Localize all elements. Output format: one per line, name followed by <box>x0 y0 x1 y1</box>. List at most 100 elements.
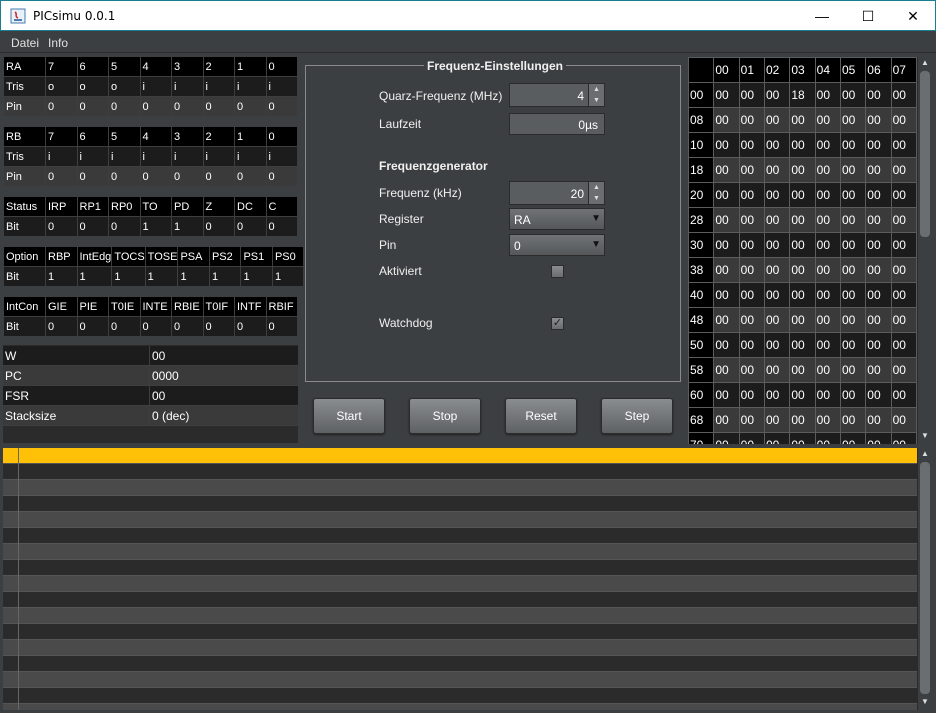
memory-cell[interactable]: 00 <box>789 332 816 358</box>
option-bit-cell[interactable]: 1 <box>76 266 113 287</box>
breakpoint-gutter[interactable] <box>18 448 19 464</box>
memory-cell[interactable]: 00 <box>814 82 841 108</box>
ra-tris-cell[interactable]: o <box>76 76 109 97</box>
rb-tris-cell[interactable]: i <box>234 146 267 167</box>
memory-cell[interactable]: 00 <box>789 132 816 158</box>
memory-cell[interactable]: 00 <box>763 282 791 308</box>
stop-button[interactable]: Stop <box>409 398 481 434</box>
memory-cell[interactable]: 00 <box>890 232 917 258</box>
program-scrollbar-thumb[interactable] <box>920 462 930 694</box>
ra-tris-cell[interactable]: i <box>171 76 204 97</box>
program-line[interactable] <box>3 704 917 710</box>
rb-pin-cell[interactable]: 0 <box>234 166 267 187</box>
memory-cell[interactable]: 00 <box>713 157 740 183</box>
ra-tris-cell[interactable]: i <box>265 76 298 97</box>
memory-cell[interactable]: 00 <box>865 157 892 183</box>
memory-cell[interactable]: 00 <box>839 307 867 333</box>
program-scrollbar[interactable]: ▲ ▼ <box>917 448 932 710</box>
memory-cell[interactable]: 00 <box>814 182 841 208</box>
breakpoint-gutter[interactable] <box>18 624 19 640</box>
memory-cell[interactable]: 00 <box>839 157 867 183</box>
memory-cell[interactable]: 18 <box>789 82 816 108</box>
ra-pin-cell[interactable]: 0 <box>76 96 109 117</box>
memory-cell[interactable]: 00 <box>890 332 917 358</box>
ra-tris-cell[interactable]: i <box>139 76 172 97</box>
start-button[interactable]: Start <box>313 398 385 434</box>
memory-cell[interactable]: 00 <box>789 357 816 383</box>
memory-cell[interactable]: 00 <box>763 382 791 408</box>
intcon-bit-cell[interactable]: 0 <box>76 316 109 337</box>
status-bit-cell[interactable]: 0 <box>202 216 235 237</box>
program-line[interactable] <box>3 496 917 512</box>
memory-cell[interactable]: 00 <box>763 182 791 208</box>
memory-cell[interactable]: 00 <box>713 82 740 108</box>
rb-tris-cell[interactable]: i <box>76 146 109 167</box>
status-bit-cell[interactable]: 0 <box>76 216 109 237</box>
option-bit-cell[interactable]: 1 <box>111 266 146 287</box>
memory-cell[interactable]: 00 <box>713 182 740 208</box>
memory-cell[interactable]: 00 <box>789 207 816 233</box>
memory-cell[interactable]: 00 <box>738 107 765 133</box>
breakpoint-gutter[interactable] <box>18 592 19 608</box>
breakpoint-gutter[interactable] <box>18 672 19 688</box>
memory-cell[interactable]: 00 <box>890 157 917 183</box>
ra-tris-cell[interactable]: i <box>234 76 267 97</box>
ra-pin-cell[interactable]: 0 <box>45 96 78 117</box>
breakpoint-gutter[interactable] <box>18 512 19 528</box>
maximize-button[interactable]: ☐ <box>845 1 891 31</box>
option-bit-cell[interactable]: 1 <box>240 266 273 287</box>
memory-cell[interactable]: 00 <box>713 282 740 308</box>
spinner-up-icon[interactable]: ▲ <box>588 84 604 95</box>
memory-cell[interactable]: 00 <box>839 232 867 258</box>
memory-cell[interactable]: 00 <box>865 357 892 383</box>
current-program-line[interactable] <box>3 448 917 464</box>
memory-cell[interactable]: 00 <box>865 332 892 358</box>
ra-pin-cell[interactable]: 0 <box>202 96 235 117</box>
memory-cell[interactable]: 00 <box>713 432 740 444</box>
menu-info[interactable]: Info <box>48 36 68 50</box>
memory-cell[interactable]: 00 <box>789 232 816 258</box>
program-line[interactable] <box>3 656 917 672</box>
memory-cell[interactable]: 00 <box>789 157 816 183</box>
memory-cell[interactable]: 00 <box>763 357 791 383</box>
memory-cell[interactable]: 00 <box>814 307 841 333</box>
breakpoint-gutter[interactable] <box>18 608 19 624</box>
memory-cell[interactable]: 00 <box>763 307 791 333</box>
memory-cell[interactable]: 00 <box>814 332 841 358</box>
memory-cell[interactable]: 00 <box>890 407 917 433</box>
program-line[interactable] <box>3 592 917 608</box>
register-select[interactable]: RA ▼ <box>509 208 605 230</box>
breakpoint-gutter[interactable] <box>18 528 19 544</box>
memory-cell[interactable]: 00 <box>738 332 765 358</box>
spinner-down-icon[interactable]: ▼ <box>588 193 604 204</box>
ra-pin-cell[interactable]: 0 <box>139 96 172 117</box>
memory-cell[interactable]: 00 <box>890 282 917 308</box>
ra-tris-cell[interactable]: i <box>202 76 235 97</box>
memory-cell[interactable]: 00 <box>738 382 765 408</box>
status-bit-cell[interactable]: 0 <box>234 216 267 237</box>
rb-pin-cell[interactable]: 0 <box>265 166 298 187</box>
status-bit-cell[interactable]: 1 <box>139 216 172 237</box>
memory-cell[interactable]: 00 <box>865 207 892 233</box>
memory-cell[interactable]: 00 <box>814 282 841 308</box>
memory-cell[interactable]: 00 <box>789 282 816 308</box>
memory-cell[interactable]: 00 <box>713 407 740 433</box>
memory-cell[interactable]: 00 <box>738 407 765 433</box>
status-bit-cell[interactable]: 0 <box>108 216 141 237</box>
pin-select[interactable]: 0 ▼ <box>509 234 605 256</box>
breakpoint-gutter[interactable] <box>18 544 19 560</box>
memory-cell[interactable]: 00 <box>839 257 867 283</box>
memory-cell[interactable]: 00 <box>839 332 867 358</box>
memory-cell[interactable]: 00 <box>738 232 765 258</box>
memory-cell[interactable]: 00 <box>890 107 917 133</box>
memory-cell[interactable]: 00 <box>839 82 867 108</box>
memory-cell[interactable]: 00 <box>789 107 816 133</box>
rb-tris-cell[interactable]: i <box>108 146 141 167</box>
memory-cell[interactable]: 00 <box>713 207 740 233</box>
memory-cell[interactable]: 00 <box>763 207 791 233</box>
program-line[interactable] <box>3 464 917 480</box>
memory-cell[interactable]: 00 <box>814 357 841 383</box>
scroll-down-icon[interactable]: ▼ <box>918 697 932 709</box>
scroll-up-icon[interactable]: ▲ <box>918 449 932 461</box>
status-bit-cell[interactable]: 1 <box>171 216 204 237</box>
